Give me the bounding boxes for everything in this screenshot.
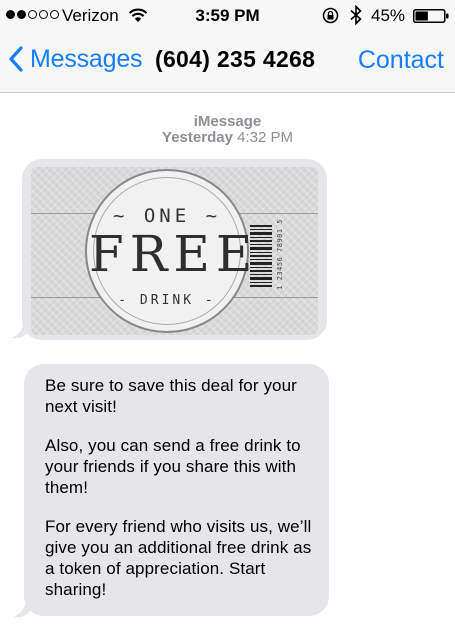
contact-button[interactable]: Contact	[358, 46, 444, 75]
nav-bar: Messages (604) 235 4268 Contact	[0, 34, 455, 92]
battery-percent: 45%	[371, 6, 406, 25]
bubble-tail	[14, 598, 30, 618]
coupon-main-text: FREE	[89, 225, 259, 283]
conversation-title: (604) 235 4268	[155, 46, 316, 72]
text-message-bubble[interactable]: Be sure to save this deal for your next …	[24, 364, 329, 616]
timestamp-time: 4:32 PM	[237, 129, 293, 146]
back-button[interactable]: Messages	[8, 42, 143, 76]
image-message-bubble[interactable]: ~ ONE ~ FREE - DRINK - 1 23456 78901 5	[22, 159, 327, 340]
message-paragraph: Be sure to save this deal for your next …	[45, 376, 297, 416]
message-paragraph: Also, you can send a free drink to your …	[45, 436, 301, 497]
message-timestamp: Yesterday 4:32 PM	[0, 129, 455, 146]
chevron-left-icon	[9, 46, 23, 72]
battery-icon	[413, 9, 449, 23]
message-paragraph: For every friend who visits us, we’ll gi…	[45, 517, 312, 599]
status-bar: Verizon 3:59 PM 45%	[0, 0, 455, 34]
coupon-bottom-text: - DRINK -	[118, 293, 216, 308]
back-button-label: Messages	[30, 44, 143, 73]
bluetooth-icon	[350, 5, 362, 25]
messages-screen: Verizon 3:59 PM 45% Messages (604) 235 4…	[0, 0, 455, 629]
service-label: iMessage	[193, 113, 262, 130]
coupon-image[interactable]: ~ ONE ~ FREE - DRINK - 1 23456 78901 5	[31, 167, 318, 335]
header: Verizon 3:59 PM 45% Messages (604) 235 4…	[0, 0, 455, 93]
bubble-tail	[12, 319, 28, 339]
rotation-lock-icon	[322, 7, 339, 24]
message-body: Be sure to save this deal for your next …	[45, 375, 317, 600]
timestamp-day: Yesterday	[162, 129, 233, 146]
barcode-number: 1 23456 78901 5	[276, 219, 284, 290]
coupon-top-text: ~ ONE ~	[112, 205, 222, 227]
barcode-icon	[250, 225, 272, 287]
